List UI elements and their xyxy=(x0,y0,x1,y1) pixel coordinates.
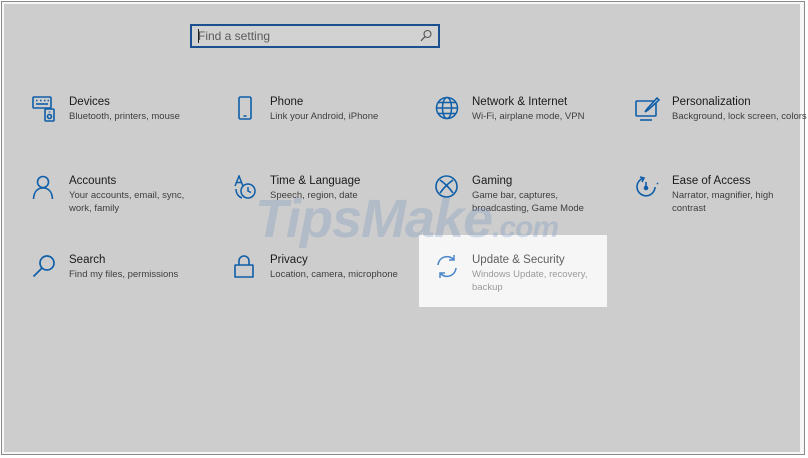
tile-description: Speech, region, date xyxy=(270,190,358,201)
tile-search[interactable]: Search Find my files, permissions xyxy=(32,254,212,302)
tile-title: Ease of Access xyxy=(672,175,751,187)
tile-update-security[interactable]: Update & Security Windows Update, recove… xyxy=(435,254,615,302)
tile-description: Find my files, permissions xyxy=(69,269,179,280)
tile-title: Phone xyxy=(270,96,304,108)
tile-description: Wi-Fi, airplane mode, VPN xyxy=(472,111,585,122)
globe-icon xyxy=(435,96,461,122)
phone-icon xyxy=(233,96,259,122)
keyboard-speaker-icon xyxy=(32,96,58,122)
tile-title: Update & Security xyxy=(472,254,565,266)
tile-devices[interactable]: Devices Bluetooth, printers, mouse xyxy=(32,96,212,144)
tile-description: Link your Android, iPhone xyxy=(270,111,379,122)
tile-title: Personalization xyxy=(672,96,751,108)
tile-phone[interactable]: Phone Link your Android, iPhone xyxy=(233,96,413,144)
tile-personalization[interactable]: Personalization Background, lock screen,… xyxy=(635,96,807,144)
tile-description: Bluetooth, printers, mouse xyxy=(69,111,180,122)
tile-description: Location, camera, microphone xyxy=(270,269,398,280)
tile-privacy[interactable]: Privacy Location, camera, microphone xyxy=(233,254,413,302)
tile-gaming[interactable]: Gaming Game bar, captures, broadcasting,… xyxy=(435,175,615,223)
tile-description: Your accounts, email, sync, work, family xyxy=(69,190,185,214)
tile-title: Gaming xyxy=(472,175,513,187)
tile-time-language[interactable]: Time & Language Speech, region, date xyxy=(233,175,413,223)
person-icon xyxy=(32,175,58,201)
search-input[interactable] xyxy=(198,28,408,44)
tile-description: Narrator, magnifier, high contrast xyxy=(672,190,774,214)
tile-accounts[interactable]: Accounts Your accounts, email, sync, wor… xyxy=(32,175,212,223)
tile-title: Accounts xyxy=(69,175,117,187)
search-box[interactable] xyxy=(190,24,440,48)
dimmed-overlay xyxy=(4,4,800,452)
search-icon[interactable] xyxy=(418,28,434,44)
tile-title: Time & Language xyxy=(270,175,361,187)
tile-title: Privacy xyxy=(270,254,308,266)
ease-of-access-icon xyxy=(635,175,661,201)
tile-description: Windows Update, recovery, backup xyxy=(472,269,588,293)
search-icon xyxy=(32,254,58,280)
tile-title: Network & Internet xyxy=(472,96,568,108)
tile-description: Game bar, captures, broadcasting, Game M… xyxy=(472,190,584,214)
tile-title: Devices xyxy=(69,96,110,108)
xbox-icon xyxy=(435,175,461,201)
tile-ease-of-access[interactable]: Ease of Access Narrator, magnifier, high… xyxy=(635,175,805,223)
tile-title: Search xyxy=(69,254,106,266)
sync-icon xyxy=(435,254,461,280)
tile-description: Background, lock screen, colors xyxy=(672,111,807,122)
tile-network-internet[interactable]: Network & Internet Wi-Fi, airplane mode,… xyxy=(435,96,615,144)
paint-icon xyxy=(635,96,661,122)
lock-icon xyxy=(233,254,259,280)
time-language-icon xyxy=(233,175,259,201)
text-caret xyxy=(198,29,199,43)
